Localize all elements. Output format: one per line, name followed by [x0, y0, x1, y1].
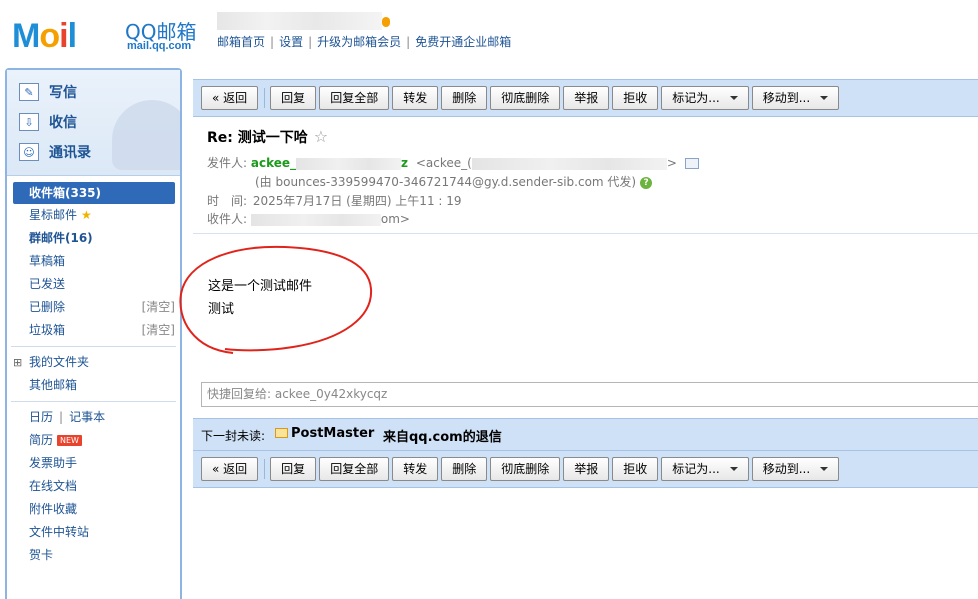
link-settings[interactable]: 设置 — [279, 35, 303, 49]
folder-deleted[interactable]: 已删除 [清空] — [7, 296, 180, 319]
back-button[interactable]: « 返回 — [201, 457, 259, 481]
sender-address: <ackee_(> — [415, 156, 677, 170]
app-resume[interactable]: 简历 NEW — [7, 429, 180, 452]
link-mail-home[interactable]: 邮箱首页 — [217, 35, 265, 49]
folder-inbox[interactable]: 收件箱(335) — [13, 182, 175, 204]
folder-drafts[interactable]: 草稿箱 — [7, 250, 180, 273]
reply-all-button[interactable]: 回复全部 — [319, 86, 390, 110]
chevron-down-icon — [820, 467, 829, 471]
envelope-icon — [275, 428, 288, 438]
app-cards[interactable]: 贺卡 — [7, 544, 180, 567]
top-links: 邮箱首页 | 设置 | 升级为邮箱会员 | 免费开通企业邮箱 — [217, 35, 512, 49]
to-row: 收件人: om> — [207, 212, 410, 226]
reply-all-button[interactable]: 回复全部 — [319, 457, 390, 481]
clear-spam-link[interactable]: [清空] — [142, 319, 175, 342]
expand-plus-icon[interactable]: ⊞ — [13, 351, 22, 374]
from-row: 发件人: ackee_ z <ackee_(> — [207, 154, 699, 171]
top-toolbar: « 返回 回复 回复全部 转发 删除 彻底删除 举报 拒收 标记为... 移动到… — [193, 79, 978, 117]
folder-list: 收件箱(335) 星标邮件 ★ 群邮件(16) 草稿箱 已发送 已删除 [清空] 垃… — [7, 182, 180, 567]
chevron-down-icon — [729, 467, 738, 471]
compose-button[interactable]: ✎ 写信 — [19, 80, 77, 104]
reject-button[interactable]: 拒收 — [612, 86, 659, 110]
time-row: 时 间: 2025年7月17日 (星期四) 上午11 : 19 — [207, 194, 462, 208]
brand-domain: mail.qq.com — [127, 40, 192, 52]
new-badge: NEW — [57, 435, 82, 446]
help-icon[interactable]: ? — [640, 176, 653, 189]
star-toggle-icon[interactable]: ☆ — [314, 127, 328, 146]
reply-button[interactable]: 回复 — [270, 457, 317, 481]
chevron-down-icon — [729, 96, 738, 100]
next-unread-bar: 下一封未读: PostMaster 来自qq.com的退信 — [193, 418, 978, 450]
reply-button[interactable]: 回复 — [270, 86, 317, 110]
message-body: 这是一个测试邮件 测试 — [179, 235, 978, 372]
delete-button[interactable]: 删除 — [441, 86, 488, 110]
bottom-toolbar: « 返回 回复 回复全部 转发 删除 彻底删除 举报 拒收 标记为... 移动到… — [193, 450, 978, 488]
check-mail-button[interactable]: ⇩ 收信 — [19, 110, 77, 134]
user-account-name-redacted — [217, 12, 382, 30]
message-time: 2025年7月17日 (星期四) 上午11 : 19 — [252, 194, 462, 208]
redacted-text — [471, 157, 667, 170]
qq-penguin-mascot-icon — [112, 100, 180, 170]
message-body-text: 这是一个测试邮件 测试 — [208, 279, 313, 317]
vip-badge-icon — [382, 17, 390, 27]
back-button[interactable]: « 返回 — [201, 86, 259, 110]
inbox-download-icon: ⇩ — [19, 113, 39, 131]
quick-reply-input[interactable]: 快捷回复给: ackee_0y42xkycqz — [201, 382, 978, 407]
divider — [11, 401, 176, 402]
message-header: Re: 测试一下哈 ☆ 发件人: ackee_ z <ackee_(> (由 bou… — [193, 117, 978, 234]
app-docs[interactable]: 在线文档 — [7, 475, 180, 498]
folder-spam[interactable]: 垃圾箱 [清空] — [7, 319, 180, 342]
forward-button[interactable]: 转发 — [392, 86, 439, 110]
chevron-down-icon — [820, 96, 829, 100]
report-button[interactable]: 举报 — [563, 86, 610, 110]
message-view: « 返回 回复 回复全部 转发 删除 彻底删除 举报 拒收 标记为... 移动到… — [179, 79, 978, 599]
app-attachments[interactable]: 附件收藏 — [7, 498, 180, 521]
move-to-dropdown[interactable]: 移动到... — [751, 86, 840, 110]
contacts-button[interactable]: ☺ 通讯录 — [19, 140, 91, 164]
reject-button[interactable]: 拒收 — [612, 457, 659, 481]
folder-group[interactable]: 群邮件(16) — [7, 227, 180, 250]
sidebar: ✎ 写信 ⇩ 收信 ☺ 通讯录 收件箱(335) 星标邮件 ★ 群邮件(16) 草… — [5, 68, 182, 599]
report-button[interactable]: 举报 — [563, 457, 610, 481]
top-bar: Moil QQ邮箱 mail.qq.com 邮箱首页 | 设置 | 升级为邮箱会员 | 免费… — [0, 0, 978, 66]
folder-starred[interactable]: 星标邮件 ★ — [7, 204, 180, 227]
star-icon: ★ — [81, 208, 92, 222]
link-enterprise-mail[interactable]: 免费开通企业邮箱 — [415, 35, 511, 49]
forward-button[interactable]: 转发 — [392, 457, 439, 481]
divider — [11, 346, 176, 347]
folder-my-folders[interactable]: ⊞ 我的文件夹 — [7, 351, 180, 374]
delete-permanently-button[interactable]: 彻底删除 — [490, 457, 561, 481]
move-to-dropdown[interactable]: 移动到... — [751, 457, 840, 481]
delete-permanently-button[interactable]: 彻底删除 — [490, 86, 561, 110]
folder-other-mailboxes[interactable]: 其他邮箱 — [7, 374, 180, 397]
mark-as-dropdown[interactable]: 标记为... — [661, 457, 749, 481]
message-subject: Re: 测试一下哈 ☆ — [207, 127, 329, 146]
folder-sent[interactable]: 已发送 — [7, 273, 180, 296]
link-upgrade-vip[interactable]: 升级为邮箱会员 — [317, 35, 401, 49]
contacts-icon: ☺ — [19, 143, 39, 161]
next-unread-subject[interactable]: 来自qq.com的退信 — [383, 426, 502, 445]
logo-wordmark: Moil — [12, 17, 77, 55]
sender-via: (由 bounces-339599470-346721744@gy.d.send… — [255, 173, 653, 190]
link-notes[interactable]: 记事本 — [69, 410, 105, 424]
app-calendar-notes: 日历 | 记事本 — [29, 410, 106, 424]
quick-actions: ✎ 写信 ⇩ 收信 ☺ 通讯录 — [7, 70, 180, 176]
sender-name[interactable]: ackee_ z — [251, 156, 408, 170]
clear-deleted-link[interactable]: [清空] — [142, 296, 175, 319]
delete-button[interactable]: 删除 — [441, 457, 488, 481]
next-unread-sender[interactable]: PostMaster — [291, 426, 374, 441]
qq-mail-logo[interactable]: Moil QQ邮箱 mail.qq.com — [12, 13, 202, 55]
add-contact-card-icon[interactable] — [684, 158, 699, 169]
redacted-text — [296, 157, 402, 170]
redacted-recipient — [250, 213, 381, 226]
mark-as-dropdown[interactable]: 标记为... — [661, 86, 749, 110]
link-calendar[interactable]: 日历 — [29, 410, 53, 424]
compose-icon: ✎ — [19, 83, 39, 101]
app-invoice[interactable]: 发票助手 — [7, 452, 180, 475]
app-file-transfer[interactable]: 文件中转站 — [7, 521, 180, 544]
